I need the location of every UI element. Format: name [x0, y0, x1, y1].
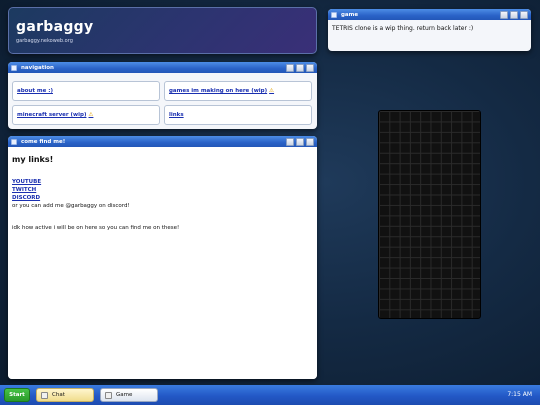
nav-link-links[interactable]: links [164, 105, 312, 125]
start-button[interactable]: Start [4, 388, 30, 402]
game-window-title: game [341, 11, 359, 18]
nav-link-label: about me :) [17, 88, 53, 94]
clock: 7:15 AM [507, 391, 532, 398]
minimize-button[interactable] [286, 63, 294, 72]
close-button[interactable] [306, 63, 314, 72]
window-icon [11, 64, 17, 71]
taskbar-item-label: Chat [52, 392, 65, 398]
navigation-window-title: navigation [21, 64, 54, 71]
window-icon [11, 138, 17, 145]
warning-icon: ⚠ [269, 88, 275, 94]
navigation-window-titlebar[interactable]: navigation [8, 62, 317, 73]
nav-link-games[interactable]: games im making on here (wip) ⚠ [164, 81, 312, 101]
minimize-button[interactable] [286, 137, 294, 146]
find-me-window: come find me! my links! YOUTUBE TWITCH D… [8, 136, 317, 379]
site-header: garbaggy garbaggy.nekoweb.org [8, 7, 317, 54]
chat-icon [41, 391, 48, 399]
nav-link-label: games im making on here (wip) [169, 88, 268, 94]
maximize-button[interactable] [296, 63, 304, 72]
taskbar: Start Chat Game 7:15 AM [0, 385, 540, 405]
game-message: TETRIS clone is a wip thing. return back… [332, 25, 474, 32]
game-window: game TETRIS clone is a wip thing. return… [328, 9, 531, 51]
nav-link-label: links [169, 112, 184, 118]
maximize-button[interactable] [510, 10, 518, 19]
links-heading: my links! [12, 155, 54, 164]
site-subtitle: garbaggy.nekoweb.org [16, 38, 73, 44]
navigation-window: navigation about me :) games im making o… [8, 62, 317, 129]
find-me-window-title: come find me! [21, 138, 66, 145]
youtube-link[interactable]: YOUTUBE [12, 178, 313, 186]
close-button[interactable] [520, 10, 528, 19]
tetris-board[interactable] [378, 110, 481, 319]
taskbar-item-chat[interactable]: Chat [36, 388, 94, 402]
game-icon [105, 391, 112, 399]
nav-link-minecraft-server[interactable]: minecraft server (wip) ⚠ [12, 105, 160, 125]
close-button[interactable] [306, 137, 314, 146]
warning-icon: ⚠ [88, 112, 94, 118]
taskbar-item-label: Game [116, 392, 133, 398]
find-me-window-titlebar[interactable]: come find me! [8, 136, 317, 147]
nav-link-label: minecraft server (wip) [17, 112, 87, 118]
twitch-link[interactable]: TWITCH [12, 186, 313, 194]
maximize-button[interactable] [296, 137, 304, 146]
activity-note: idk how active i will be on here so you … [12, 225, 180, 231]
discord-note: or you can add me @garbaggy on discord! [12, 203, 130, 209]
taskbar-item-game[interactable]: Game [100, 388, 158, 402]
minimize-button[interactable] [500, 10, 508, 19]
discord-link[interactable]: DISCORD [12, 194, 313, 202]
game-window-titlebar[interactable]: game [328, 9, 531, 20]
site-title: garbaggy [16, 19, 94, 35]
window-icon [331, 11, 337, 18]
nav-link-about-me[interactable]: about me :) [12, 81, 160, 101]
